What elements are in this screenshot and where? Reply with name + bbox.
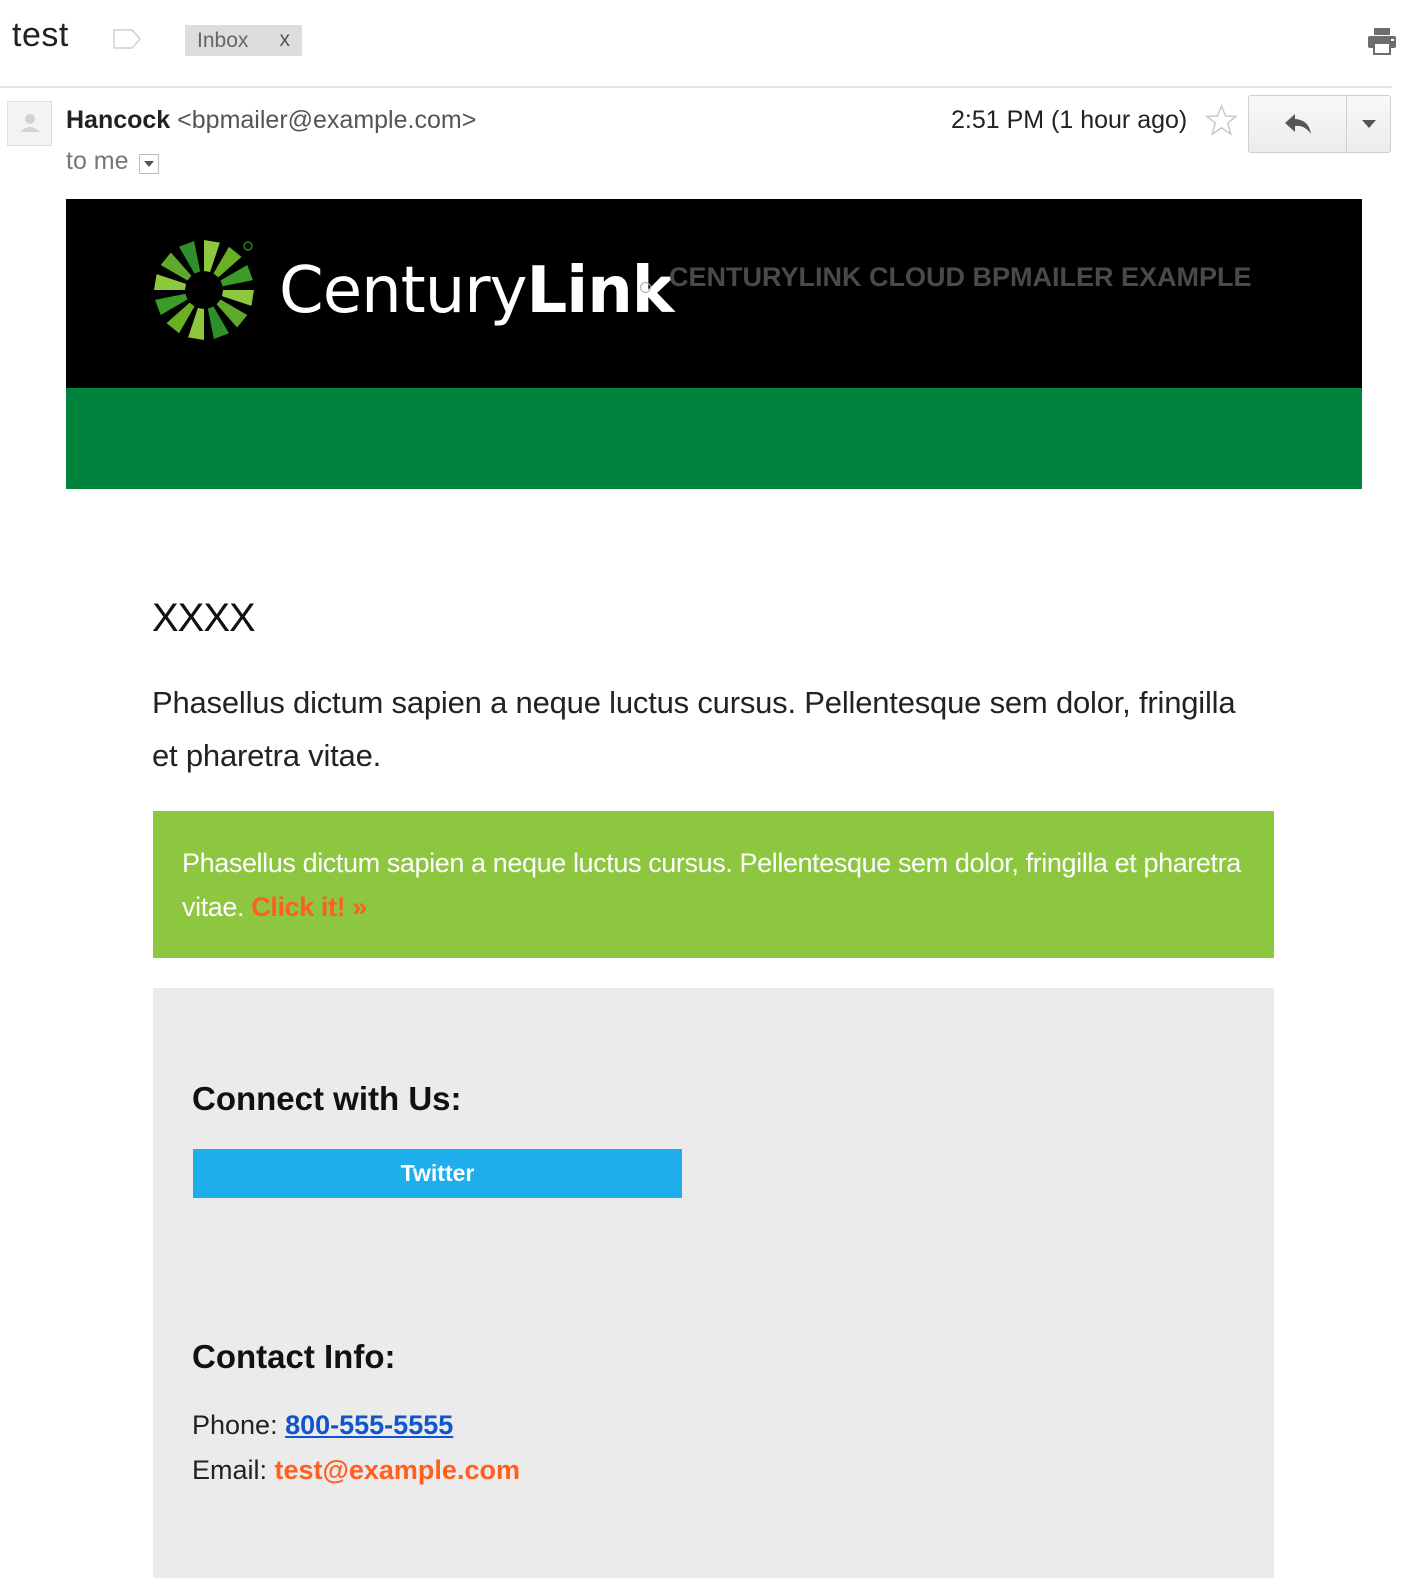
phone-link[interactable]: 800-555-5555 (285, 1410, 453, 1440)
subject-title: test (12, 16, 69, 54)
remove-label-button[interactable]: x (280, 28, 291, 52)
phone-label: Phone: (192, 1410, 278, 1440)
show-details-dropdown[interactable] (138, 153, 159, 174)
email-paragraph: Phasellus dictum sapien a neque luctus c… (152, 685, 1236, 773)
email-label: Email: (192, 1455, 268, 1485)
centurylink-logo-icon (154, 240, 254, 340)
reply-button[interactable] (1249, 96, 1347, 152)
person-avatar-icon (20, 114, 40, 132)
more-actions-button[interactable] (1347, 96, 1390, 152)
footer-panel (153, 988, 1274, 1578)
registered-mark-icon (640, 282, 651, 293)
reply-icon (1284, 114, 1311, 134)
inbox-label-chip: Inbox x (185, 25, 302, 56)
logo-registered-mark (243, 241, 253, 251)
twitter-button[interactable]: Twitter (193, 1149, 682, 1198)
contact-heading: Contact Info: (192, 1338, 396, 1375)
inbox-label-text: Inbox (197, 28, 249, 52)
sender-avatar[interactable] (7, 101, 52, 146)
phone-line: Phone: 800-555-5555 (192, 1410, 453, 1441)
email-link[interactable]: test@example.com (275, 1455, 520, 1485)
callout-box: Phasellus dictum sapien a neque luctus c… (153, 811, 1274, 958)
connect-heading: Connect with Us: (192, 1080, 462, 1117)
subject-bar: test Inbox x (0, 0, 1396, 88)
chevron-down-icon (1361, 120, 1376, 128)
star-icon[interactable] (1205, 104, 1238, 137)
sender-email: <bpmailer@example.com> (177, 106, 477, 134)
label-tag-icon[interactable] (112, 28, 142, 50)
email-banner-stripe (66, 388, 1362, 489)
logo-word-light: Century (279, 254, 527, 328)
banner-tagline: CENTURYLINK CLOUD BPMAILER EXAMPLE (669, 262, 1252, 292)
email-heading: XXXX (152, 596, 256, 640)
sender-line: Hancock <bpmailer@example.com> (66, 106, 476, 135)
callout-text-block: Phasellus dictum sapien a neque luctus c… (182, 841, 1245, 929)
email-view: test Inbox x Hancock <bpmailer@example.c… (0, 0, 1420, 1578)
email-line: Email: test@example.com (192, 1455, 520, 1486)
sender-name[interactable]: Hancock (66, 106, 170, 134)
logo-wordmark: CenturyLink (279, 254, 674, 328)
recipient-text: to me (66, 147, 129, 175)
message-timestamp: 2:51 PM (1 hour ago) (951, 106, 1188, 134)
recipient-line: to me (66, 147, 159, 176)
email-banner (66, 199, 1362, 388)
click-it-link[interactable]: Click it! » (251, 892, 367, 922)
logo-word-bold: Link (526, 254, 674, 328)
print-icon[interactable] (1366, 26, 1398, 56)
reply-button-group (1248, 95, 1391, 153)
